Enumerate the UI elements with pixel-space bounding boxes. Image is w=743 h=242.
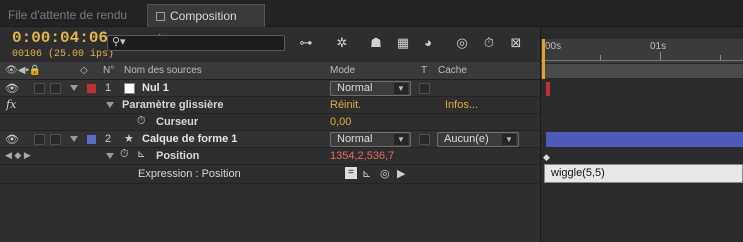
expand-icon[interactable] bbox=[70, 136, 78, 142]
col-mode[interactable]: Mode bbox=[330, 65, 355, 76]
effect-row[interactable]: fx Paramètre glissière Réinit. Infos... bbox=[0, 97, 540, 114]
col-t: T bbox=[421, 65, 428, 76]
col-source-name[interactable]: Nom des sources bbox=[124, 65, 202, 76]
search-icon: ⚲▾ bbox=[112, 36, 126, 48]
draft-3d-icon[interactable]: ✲ bbox=[332, 34, 352, 52]
layer-bar-1[interactable] bbox=[546, 82, 550, 96]
lock-toggle[interactable] bbox=[50, 134, 61, 145]
tab-render-queue[interactable]: File d'attente de rendu bbox=[0, 4, 145, 27]
pickwhip-icon[interactable]: ◎ bbox=[380, 167, 390, 180]
reset-link[interactable]: Réinit. bbox=[330, 99, 361, 111]
lock-toggle[interactable] bbox=[50, 83, 61, 94]
current-time-indicator[interactable] bbox=[542, 39, 545, 79]
matte-select[interactable]: Aucun(e) ▼ bbox=[437, 132, 519, 147]
frame-count: 00106 (25.00 ips) bbox=[12, 49, 115, 60]
motion-blur-icon[interactable]: ◕ bbox=[418, 34, 438, 52]
mini-flowchart-icon[interactable]: ⊶ bbox=[296, 34, 316, 52]
expand-icon[interactable] bbox=[70, 85, 78, 91]
shy-layers-icon[interactable]: ☗ bbox=[366, 34, 386, 52]
mode-value: Normal bbox=[337, 133, 373, 145]
solo-toggle[interactable] bbox=[34, 134, 45, 145]
eye-icon[interactable]: 👁 bbox=[5, 133, 19, 146]
layer-number: 2 bbox=[105, 133, 112, 145]
chevron-down-icon: ▼ bbox=[394, 134, 408, 145]
mode-value: Normal bbox=[337, 82, 373, 94]
search-input[interactable]: ⚲▾ bbox=[107, 35, 285, 51]
solo-toggle[interactable] bbox=[34, 83, 45, 94]
expression-editor[interactable]: wiggle(5,5) bbox=[544, 164, 743, 183]
expand-icon[interactable] bbox=[106, 102, 114, 108]
layer-number: 1 bbox=[105, 82, 112, 94]
ruler-label-1: 01s bbox=[650, 41, 667, 52]
null-icon bbox=[124, 83, 135, 94]
frame-blending-icon[interactable]: ▦ bbox=[393, 34, 413, 52]
property-name: Position bbox=[156, 150, 200, 162]
eye-icon[interactable]: 👁 bbox=[5, 82, 19, 95]
layer-bar-2[interactable] bbox=[546, 132, 743, 147]
work-area-bar[interactable] bbox=[541, 64, 743, 78]
effect-name[interactable]: Paramètre glissière bbox=[122, 99, 224, 111]
column-header: 👁◀▪🔒 ◇ N° Nom des sources Mode T Cache bbox=[0, 62, 540, 80]
graph-editor-icon[interactable]: ⊠ bbox=[506, 34, 526, 52]
label-color[interactable] bbox=[87, 135, 96, 144]
ruler-tick bbox=[660, 52, 661, 60]
tab-composition[interactable]: Composition 1✕ bbox=[147, 4, 265, 46]
layer-list-empty[interactable] bbox=[0, 185, 540, 242]
star-icon: ★ bbox=[124, 133, 134, 145]
brainstorm-icon[interactable]: ◎ bbox=[452, 34, 472, 52]
stopwatch-icon[interactable]: ⏱ bbox=[120, 148, 129, 161]
matte-value: Aucun(e) bbox=[444, 133, 489, 145]
track-matte-toggle[interactable] bbox=[419, 83, 430, 94]
ruler-label-0: 00s bbox=[545, 41, 562, 52]
chevron-down-icon: ▼ bbox=[502, 134, 516, 145]
expression-menu-icon[interactable]: ▶ bbox=[397, 167, 405, 180]
av-switches-icon: 👁◀▪🔒 bbox=[5, 65, 42, 76]
param-value[interactable]: 0,00 bbox=[330, 116, 351, 128]
property-row[interactable]: ◀ ◆ ▶ ⏱ ⊾ Position 1354,2,536,7 bbox=[0, 148, 540, 165]
layer-row-2[interactable]: 👁 2 ★ Calque de forme 1 Normal ▼ Aucun(e)… bbox=[0, 131, 540, 148]
fx-icon[interactable]: fx bbox=[6, 98, 16, 111]
tab-render-queue-label: File d'attente de rendu bbox=[8, 8, 128, 22]
layer-row-1[interactable]: 👁 1 Nul 1 Normal ▼ bbox=[0, 80, 540, 97]
keyframe-nav-icon[interactable]: ◀ ◆ ▶ bbox=[5, 150, 31, 161]
stopwatch-icon[interactable]: ⏱ bbox=[137, 115, 146, 128]
param-name: Curseur bbox=[156, 116, 199, 128]
graph-icon[interactable]: ⊾ bbox=[137, 149, 145, 160]
col-matte[interactable]: Cache bbox=[438, 65, 467, 76]
label-icon: ◇ bbox=[80, 65, 88, 76]
expression-row[interactable]: Expression : Position = ⊾ ◎ ▶ bbox=[0, 165, 540, 184]
track-matte-toggle[interactable] bbox=[419, 134, 430, 145]
stopwatch-icon[interactable]: ⏱ bbox=[479, 34, 499, 52]
chevron-down-icon: ▼ bbox=[394, 83, 408, 94]
about-link[interactable]: Infos... bbox=[445, 99, 478, 111]
col-number: N° bbox=[103, 65, 115, 76]
expression-label: Expression : Position bbox=[138, 168, 241, 180]
expand-icon[interactable] bbox=[106, 153, 114, 159]
position-value[interactable]: 1354,2,536,7 bbox=[330, 150, 394, 162]
current-time[interactable]: 0:00:04:06 bbox=[12, 29, 108, 47]
layer-name[interactable]: Calque de forme 1 bbox=[142, 133, 237, 145]
mode-select[interactable]: Normal ▼ bbox=[330, 81, 411, 96]
mode-select[interactable]: Normal ▼ bbox=[330, 132, 411, 147]
label-color[interactable] bbox=[87, 84, 96, 93]
layer-name[interactable]: Nul 1 bbox=[142, 82, 169, 94]
param-row[interactable]: ⏱ Curseur 0,00 bbox=[0, 114, 540, 131]
expression-graph-icon[interactable]: ⊾ bbox=[362, 167, 371, 180]
grip-icon bbox=[156, 12, 165, 21]
ruler-baseline bbox=[541, 60, 743, 61]
expression-enable-icon[interactable]: = bbox=[345, 167, 357, 179]
keyframe-icon[interactable]: ◆ bbox=[543, 152, 550, 163]
